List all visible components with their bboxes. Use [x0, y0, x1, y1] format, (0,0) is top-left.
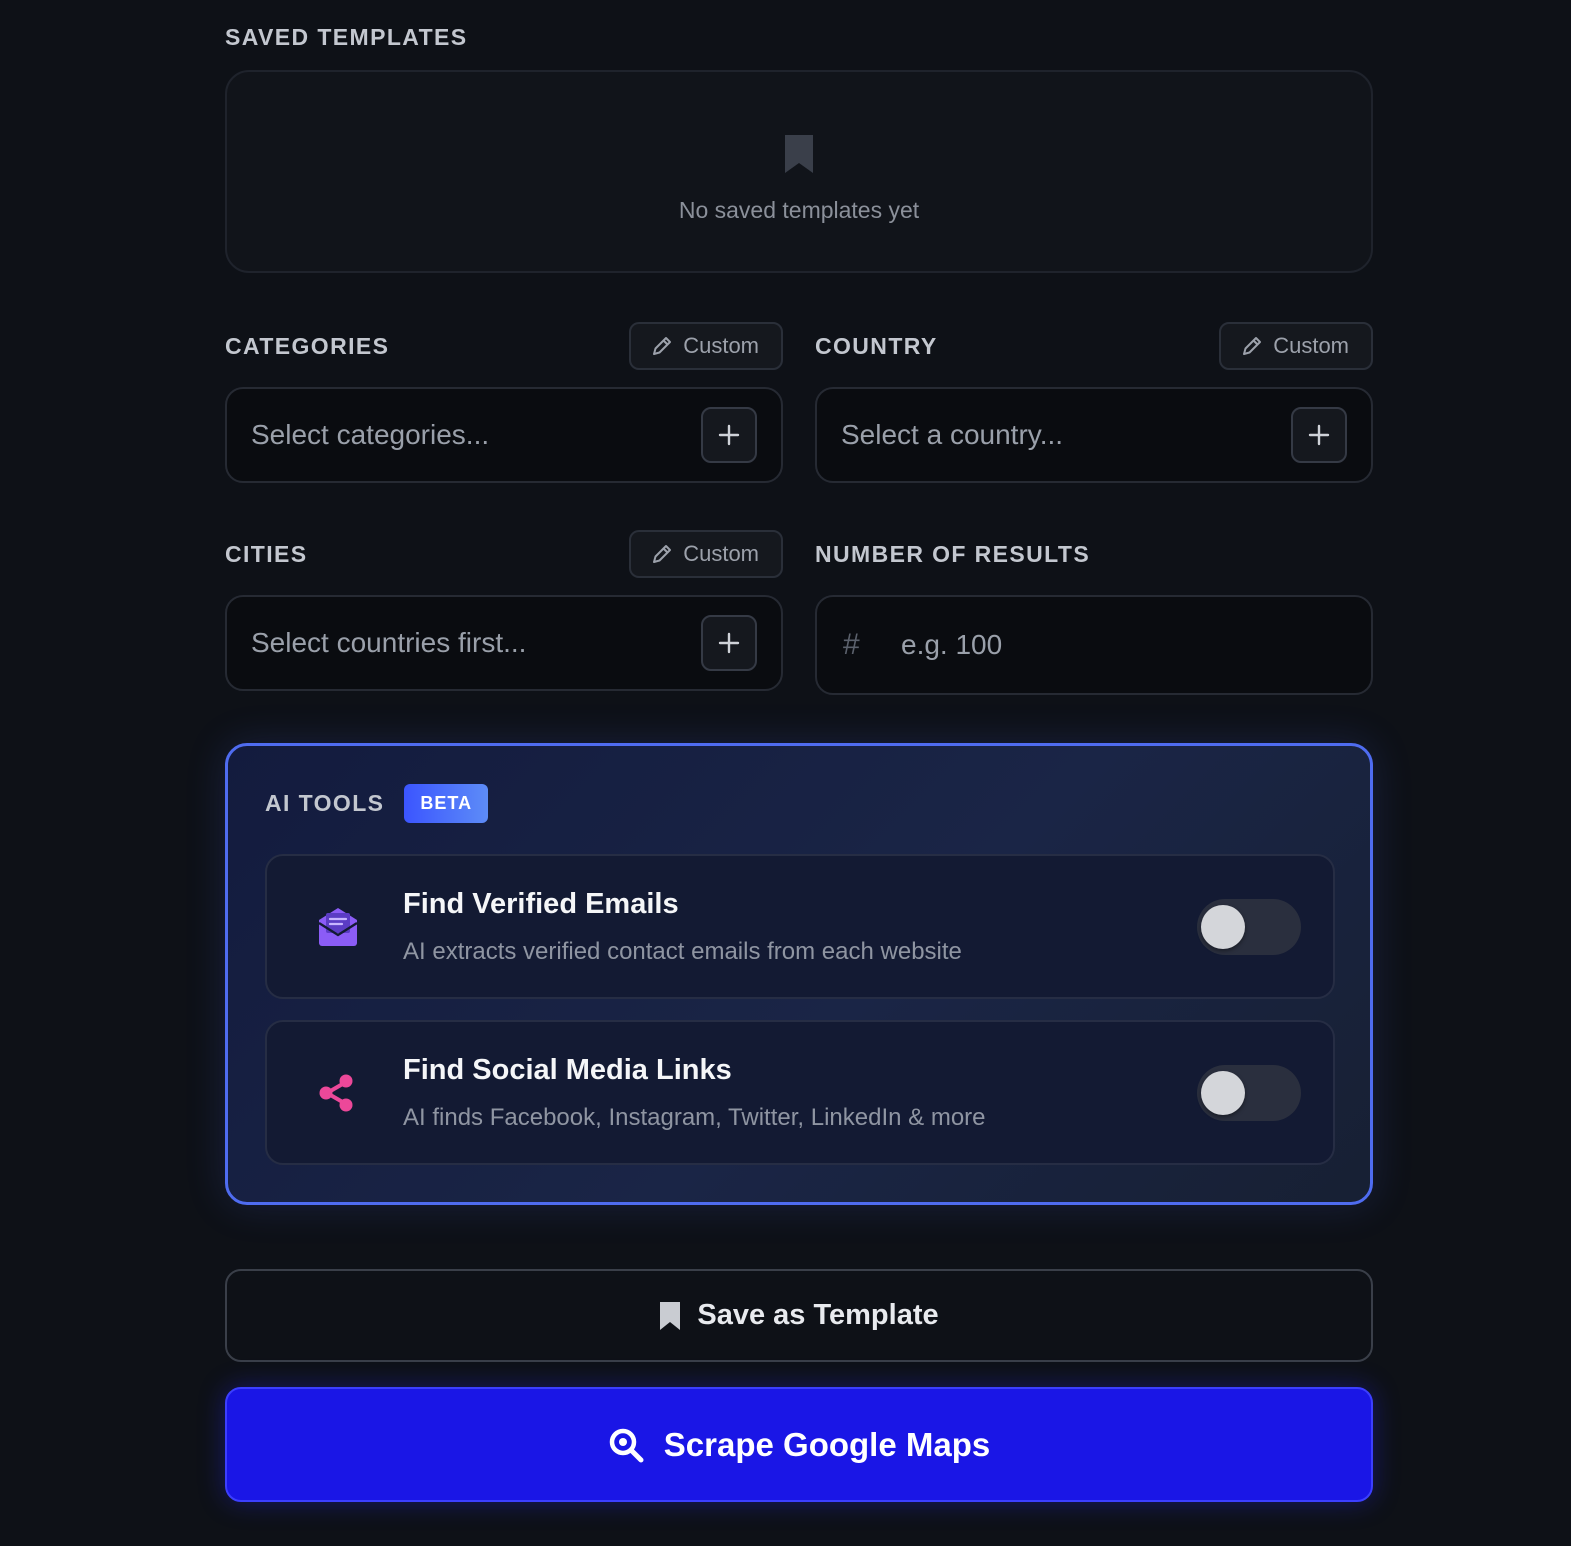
tool-description-social-links: AI finds Facebook, Instagram, Twitter, L…	[403, 1104, 986, 1131]
cities-add-button[interactable]	[701, 615, 757, 671]
bookmark-icon	[785, 135, 813, 173]
toggle-knob	[1201, 905, 1245, 949]
tool-title-social-links: Find Social Media Links	[403, 1054, 732, 1086]
tool-title-verified-emails: Find Verified Emails	[403, 888, 679, 920]
categories-select[interactable]: Select categories...	[225, 387, 783, 483]
categories-field: CATEGORIES Custom Select categories...	[225, 321, 783, 483]
beta-badge: BETA	[404, 784, 489, 823]
country-label: COUNTRY	[815, 332, 938, 359]
tool-description-verified-emails: AI extracts verified contact emails from…	[403, 938, 962, 965]
country-custom-label: Custom	[1273, 333, 1349, 358]
cities-custom-label: Custom	[683, 541, 759, 566]
plus-icon	[718, 632, 740, 654]
cities-select[interactable]: Select countries first...	[225, 595, 783, 691]
saved-templates-empty-text: No saved templates yet	[678, 197, 920, 223]
toggle-knob	[1201, 1071, 1245, 1115]
envelope-open-icon	[318, 907, 358, 946]
categories-custom-label: Custom	[683, 333, 759, 358]
country-add-button[interactable]	[1291, 407, 1347, 463]
country-field: COUNTRY Custom Select a country...	[815, 321, 1373, 483]
categories-label: CATEGORIES	[225, 332, 390, 359]
social-links-toggle[interactable]	[1197, 1065, 1301, 1121]
categories-add-button[interactable]	[701, 407, 757, 463]
country-custom-button[interactable]: Custom	[1219, 322, 1373, 370]
results-label: NUMBER OF RESULTS	[815, 540, 1091, 567]
saved-templates-label: SAVED TEMPLATES	[225, 24, 468, 50]
results-input-wrapper: #	[815, 595, 1373, 695]
save-as-template-label: Save as Template	[697, 1299, 939, 1331]
country-select[interactable]: Select a country...	[815, 387, 1373, 483]
pencil-icon	[1243, 337, 1262, 355]
results-field: NUMBER OF RESULTS #	[815, 529, 1373, 695]
plus-icon	[718, 424, 740, 446]
verified-emails-toggle[interactable]	[1197, 899, 1301, 955]
pencil-icon	[653, 337, 672, 355]
scrape-google-maps-label: Scrape Google Maps	[663, 1425, 991, 1463]
scrape-google-maps-button[interactable]: Scrape Google Maps	[225, 1387, 1373, 1502]
plus-icon	[1308, 424, 1330, 446]
categories-custom-button[interactable]: Custom	[629, 322, 783, 370]
ai-tools-label: AI TOOLS	[265, 790, 385, 816]
bookmark-icon	[660, 1301, 681, 1330]
share-icon	[319, 1074, 353, 1111]
saved-templates-panel: No saved templates yet	[225, 70, 1373, 273]
search-icon	[609, 1428, 644, 1462]
save-as-template-button[interactable]: Save as Template	[225, 1269, 1373, 1362]
tool-card-verified-emails: Find Verified Emails AI extracts verifie…	[265, 854, 1335, 999]
pencil-icon	[653, 545, 672, 563]
country-placeholder: Select a country...	[841, 419, 1064, 450]
cities-field: CITIES Custom Select countries first...	[225, 529, 783, 691]
tool-card-social-links: Find Social Media Links AI finds Faceboo…	[265, 1020, 1335, 1165]
categories-placeholder: Select categories...	[251, 419, 490, 450]
cities-custom-button[interactable]: Custom	[629, 530, 783, 578]
cities-placeholder: Select countries first...	[251, 627, 527, 658]
hash-icon: #	[843, 628, 860, 661]
results-input[interactable]	[901, 629, 1345, 661]
ai-tools-panel: AI TOOLS BETA Find Verified Emails AI ex…	[225, 743, 1373, 1205]
cities-label: CITIES	[225, 540, 308, 567]
